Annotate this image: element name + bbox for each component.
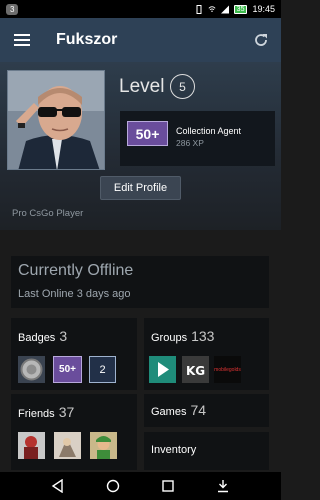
games-card[interactable]: Games 74: [144, 394, 269, 427]
online-status-card: Currently Offline Last Online 3 days ago: [11, 256, 269, 308]
badge-xp: 286 XP: [176, 138, 204, 148]
signal-icon: [220, 5, 229, 13]
games-count: 74: [190, 402, 207, 418]
friends-card[interactable]: Friends 37: [11, 394, 137, 470]
friends-count: 37: [58, 404, 75, 420]
friend-avatar-1: [18, 432, 45, 459]
inventory-card[interactable]: Inventory: [144, 432, 269, 470]
battery-icon: 35: [233, 4, 248, 14]
badge-name: Collection Agent: [176, 126, 242, 136]
friend-avatar-3: [90, 432, 117, 459]
groups-count: 133: [191, 328, 215, 344]
badges-card[interactable]: Badges 3 50+ 2: [11, 318, 137, 390]
featured-badge-card[interactable]: 50+ Collection Agent 286 XP: [120, 111, 275, 166]
badges-count: 3: [59, 328, 68, 344]
groups-card[interactable]: Groups 133 KG mobilegolds: [144, 318, 269, 390]
system-nav-bar: [0, 472, 281, 500]
group-kg-icon: KG: [182, 356, 209, 383]
clock: 19:45: [252, 4, 275, 14]
games-label: Games 74: [151, 402, 207, 418]
edit-profile-button[interactable]: Edit Profile: [100, 176, 181, 200]
refresh-icon[interactable]: [253, 32, 269, 48]
app-bar: Fukszor: [0, 18, 281, 62]
profile-header: Level 5 50+ Collection Agent 286 XP Edit…: [0, 62, 281, 230]
group-mobilegolds-icon: mobilegolds: [214, 356, 241, 383]
notification-shade-icon[interactable]: [216, 479, 230, 493]
status-subtitle: Last Online 3 days ago: [18, 288, 131, 300]
avatar[interactable]: [7, 70, 105, 170]
badge-50-icon: 50+: [53, 356, 82, 383]
friends-label: Friends 37: [18, 404, 75, 420]
badges-label: Badges 3: [18, 328, 68, 344]
avatar-image: [8, 71, 104, 169]
level-label: Level: [119, 76, 165, 97]
level-badge: 5: [170, 74, 195, 99]
friend-avatar-2: [54, 432, 81, 459]
groups-label: Groups 133: [151, 328, 215, 344]
home-icon[interactable]: [106, 479, 120, 493]
vibrate-icon: [196, 4, 202, 14]
collection-badge-icon: 50+: [127, 121, 168, 146]
back-icon[interactable]: [51, 479, 65, 493]
group-green-icon: [149, 356, 176, 383]
status-bar: 3 35 19:45: [0, 0, 281, 18]
profile-summary: Pro CsGo Player: [12, 208, 84, 219]
inventory-label: Inventory: [151, 444, 197, 456]
menu-icon[interactable]: [14, 34, 30, 46]
wifi-icon: [208, 5, 216, 12]
badge-coin-icon: [18, 356, 45, 383]
status-title: Currently Offline: [18, 262, 134, 279]
app-title: Fukszor: [56, 31, 118, 48]
notification-count: 3: [6, 3, 19, 15]
status-icons: 35 19:45: [195, 4, 275, 14]
recents-icon[interactable]: [161, 479, 175, 493]
svg-text:KG: KG: [186, 364, 205, 378]
badge-years-icon: 2: [89, 356, 116, 383]
